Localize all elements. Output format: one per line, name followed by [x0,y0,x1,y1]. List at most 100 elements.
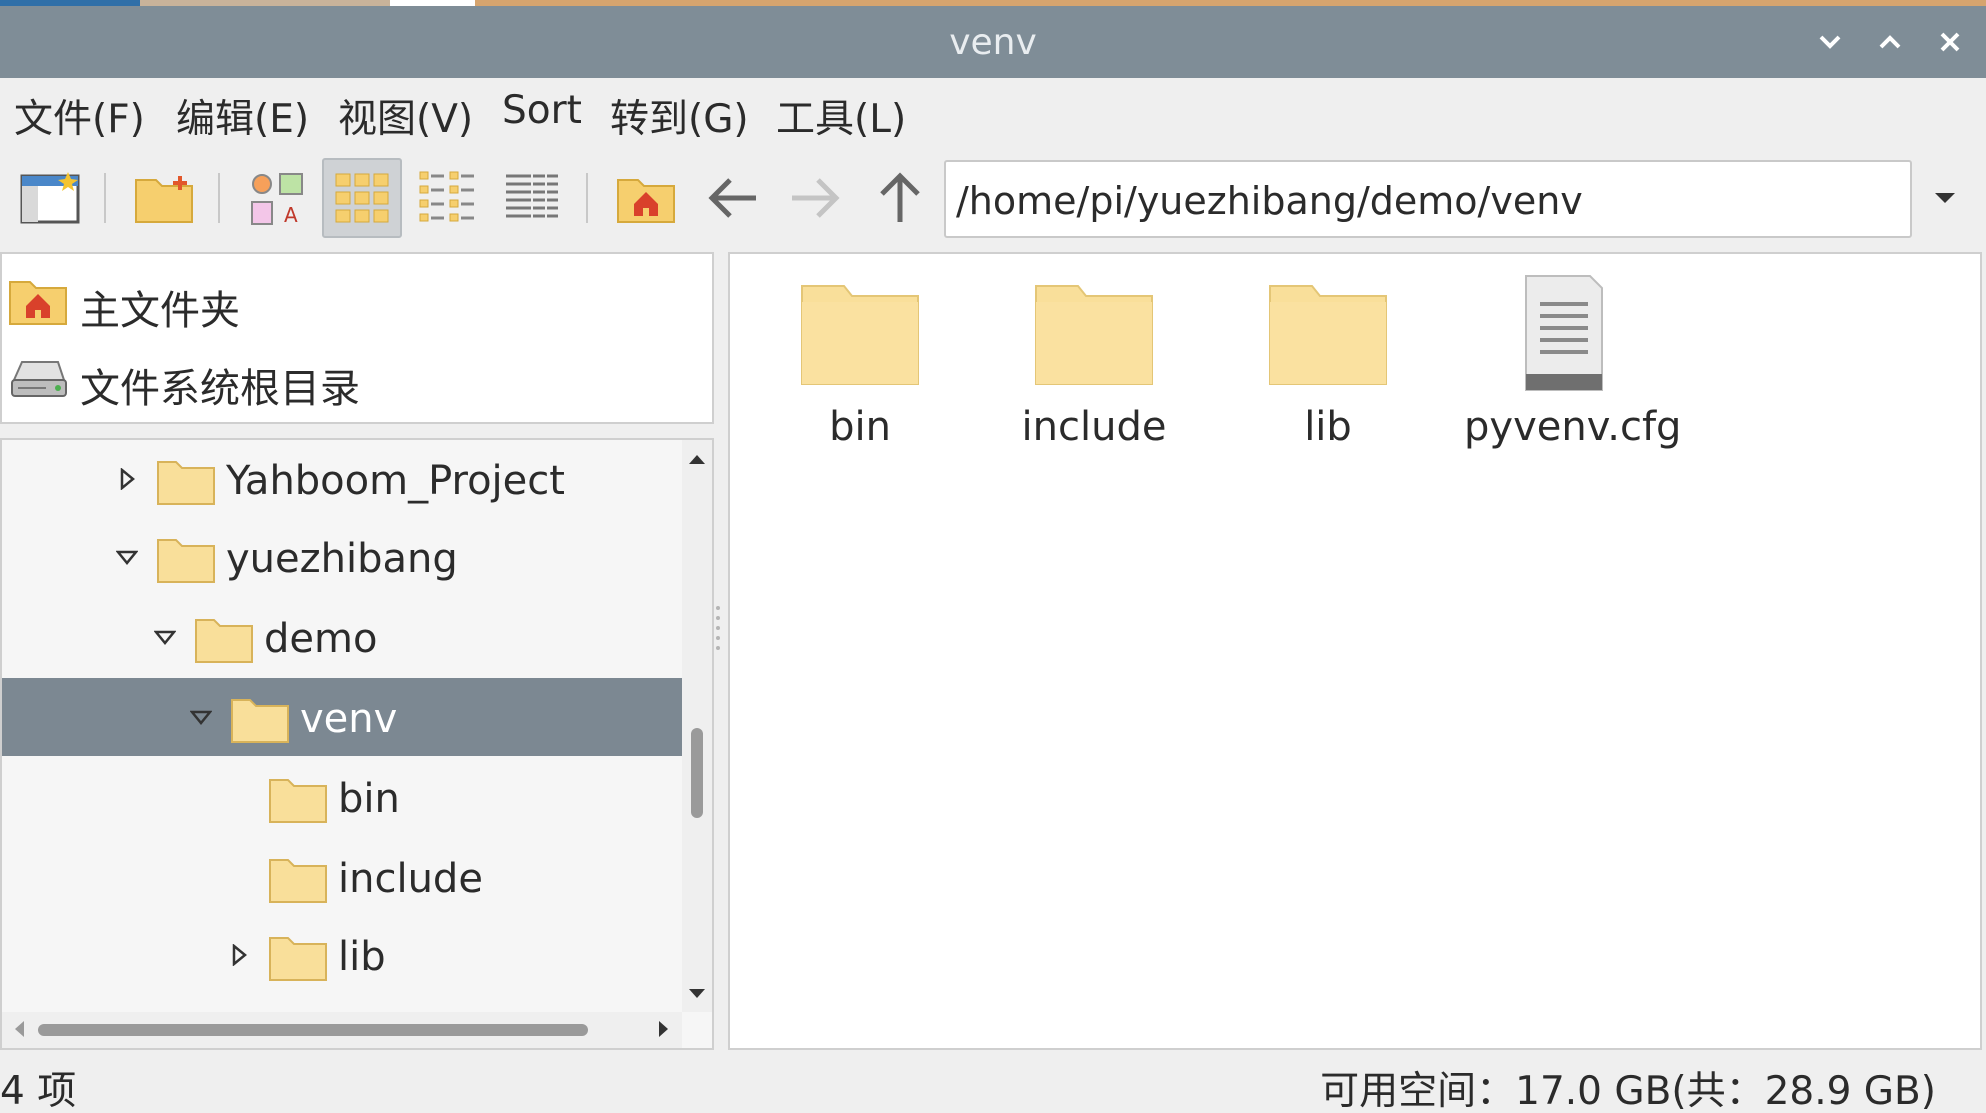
tree-item-label: Yahboom_Project [226,458,565,504]
new-window-button[interactable] [10,158,90,238]
file-item-lib[interactable]: lib [1228,264,1428,454]
scroll-right-button[interactable] [648,1014,678,1044]
new-folder-icon [135,176,193,223]
triangle-down-icon [154,630,176,645]
tree-item-include[interactable]: include [2,838,682,916]
expander-collapsed[interactable] [224,940,254,970]
text-file-icon [1525,275,1603,391]
location-bar[interactable]: /home/pi/yuezhibang/demo/venv [944,160,1912,238]
scroll-left-button[interactable] [4,1014,34,1044]
location-history-dropdown[interactable] [1920,178,1970,218]
file-name: pyvenv.cfg [1464,404,1682,450]
forward-button[interactable] [776,158,856,238]
tree-item-label: yuezhibang [226,536,458,582]
scroll-up-button[interactable] [682,444,712,474]
arrow-right-icon [792,178,840,218]
close-button[interactable] [1926,18,1974,66]
tree-vertical-scrollbar[interactable] [682,440,712,1012]
drive-icon [11,361,67,397]
chevron-up-icon [1879,35,1901,49]
tree-item-demo[interactable]: demo [2,598,682,676]
file-view[interactable]: bin include lib pyvenv.cfg [728,252,1982,1050]
triangle-down-icon [190,710,212,725]
tree-item-yuezhibang[interactable]: yuezhibang [2,518,682,596]
menu-file[interactable]: 文件(F) [14,88,145,144]
places-pane: 主文件夹 文件系统根目录 [0,252,714,424]
scrollbar-thumb[interactable] [38,1024,588,1036]
maximize-button[interactable] [1866,18,1914,66]
expander-collapsed[interactable] [112,464,142,494]
item-count: 4 项 [0,1069,77,1113]
chevron-down-icon [1819,35,1841,49]
detailed-list-view-button[interactable] [492,158,572,238]
tree-item-label: lib [338,934,386,980]
tree-item-label: bin [338,776,400,822]
parent-folder-button[interactable] [860,158,940,238]
place-filesystem-root[interactable]: 文件系统根目录 [2,342,712,412]
folder-icon [269,859,327,903]
folder-icon [195,619,253,663]
menu-bar: 文件(F) 编辑(E) 视图(V) Sort 转到(G) 工具(L) [0,78,1986,148]
icon-view-icon [335,173,389,223]
toolbar-separator [586,173,588,223]
arrow-left-icon [708,178,756,218]
file-item-bin[interactable]: bin [760,264,960,454]
triangle-left-icon [15,1021,24,1037]
file-item-include[interactable]: include [994,264,1194,454]
menu-edit[interactable]: 编辑(E) [176,88,309,144]
new-folder-button[interactable] [124,158,204,238]
menu-sort[interactable]: Sort [502,88,582,133]
toolbar-separator [218,173,220,223]
location-path[interactable]: /home/pi/yuezhibang/demo/venv [956,179,1583,223]
menu-tools[interactable]: 工具(L) [776,88,906,144]
folder-icon [801,285,919,385]
triangle-right-icon [659,1021,668,1037]
back-button[interactable] [692,158,772,238]
compact-view-button[interactable] [408,158,488,238]
expander-expanded[interactable] [186,702,216,732]
home-button[interactable] [606,158,686,238]
file-name: bin [829,404,891,450]
new-window-icon [20,172,80,224]
thumbnail-view-icon: A [251,173,303,227]
tree-item-yahboom-project[interactable]: Yahboom_Project [2,440,682,518]
scrollbar-thumb[interactable] [691,728,703,818]
folder-icon [157,539,215,583]
folder-icon [1269,285,1387,385]
window-title: venv [949,22,1037,63]
file-name: include [1021,404,1167,450]
tree-item-label: include [338,856,483,902]
minimize-button[interactable] [1806,18,1854,66]
icon-view-button[interactable] [322,158,402,238]
triangle-down-icon [689,989,705,998]
place-label: 文件系统根目录 [80,366,360,412]
window-titlebar[interactable]: venv [0,6,1986,78]
directory-tree: Yahboom_Project yuezhibang demo venv bin… [0,438,714,1050]
menu-view[interactable]: 视图(V) [338,88,473,144]
folder-icon [231,699,289,743]
triangle-down-icon [1935,193,1955,203]
triangle-right-icon [120,468,135,490]
triangle-up-icon [689,455,705,464]
tree-item-bin[interactable]: bin [2,758,682,836]
home-folder-icon [9,281,67,325]
expander-expanded[interactable] [150,622,180,652]
folder-icon [269,779,327,823]
triangle-right-icon [232,944,247,966]
place-home[interactable]: 主文件夹 [2,264,712,334]
thumbnail-view-button[interactable]: A [236,158,316,238]
tree-item-venv[interactable]: venv [2,678,682,756]
file-item-pyvenv-cfg[interactable]: pyvenv.cfg [1464,264,1682,454]
tree-item-lib[interactable]: lib [2,916,682,994]
toolbar-separator [104,173,106,223]
menu-go[interactable]: 转到(G) [610,88,749,144]
pane-splitter[interactable] [714,600,722,690]
scroll-down-button[interactable] [682,978,712,1008]
status-bar: 4 项 可用空间：17.0 GB(共：28.9 GB) [0,1052,1986,1113]
tree-horizontal-scrollbar[interactable] [2,1012,682,1048]
place-label: 主文件夹 [80,288,240,334]
expander-expanded[interactable] [112,542,142,572]
svg-text:A: A [284,203,298,227]
folder-icon [1035,285,1153,385]
file-name: lib [1304,404,1352,450]
